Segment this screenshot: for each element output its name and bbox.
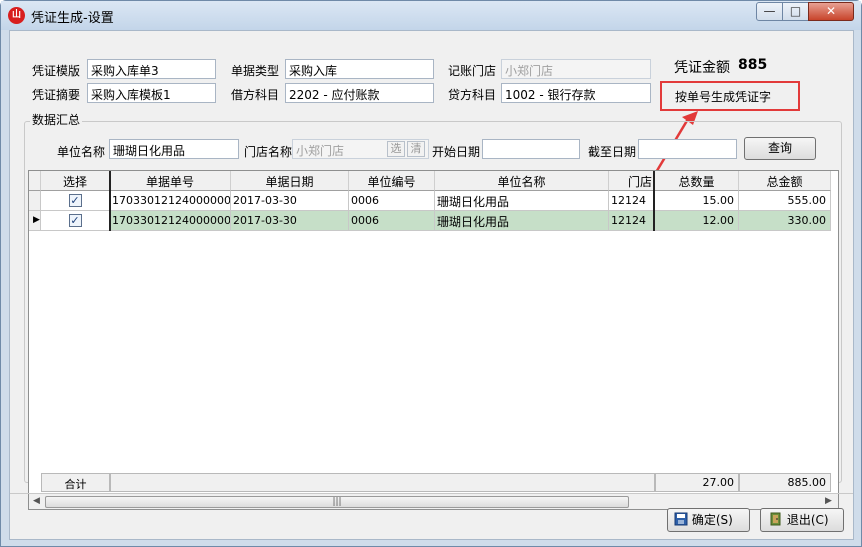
col-header-unit-name[interactable]: 单位名称 xyxy=(435,171,609,191)
row-header-corner xyxy=(29,171,41,191)
amount-label: 凭证金额 xyxy=(674,60,730,76)
col-header-select[interactable]: 选择 xyxy=(41,171,110,191)
maximize-button[interactable]: □ xyxy=(782,2,809,21)
template-label: 凭证模版 xyxy=(32,64,81,78)
cell-total-amount: 555.00 xyxy=(739,191,831,211)
client-area: 凭证模版 采购入库单3 单据类型 采购入库 记账门店 小郑门店 凭证摘要 采购入… xyxy=(9,30,854,540)
bottom-divider xyxy=(10,493,853,494)
cell-unit-code: 0006 xyxy=(349,211,435,231)
cell-unit-code: 0006 xyxy=(349,191,435,211)
scroll-thumb[interactable]: ||| xyxy=(45,496,629,508)
col-header-total-amount[interactable]: 总金额 xyxy=(739,171,831,191)
scroll-right-arrow-icon[interactable]: ▶ xyxy=(825,496,832,506)
credit-account-field[interactable]: 1002 - 银行存款 xyxy=(501,83,651,103)
cell-total-qty: 15.00 xyxy=(655,191,739,211)
col-header-store[interactable]: 门店 xyxy=(609,171,655,191)
store-name-label: 门店名称 xyxy=(244,145,293,159)
unit-name-label: 单位名称 xyxy=(57,145,106,159)
cell-doc-no: 170330121240000008 xyxy=(110,191,231,211)
voucher-mode-option[interactable]: 按单号生成凭证字 xyxy=(660,81,800,111)
col-header-doc-no[interactable]: 单据单号 xyxy=(110,171,231,191)
cell-store: 12124 xyxy=(609,191,655,211)
end-date-field[interactable] xyxy=(638,139,737,159)
exit-button[interactable]: 退出(C) xyxy=(760,508,844,532)
summary-field[interactable]: 采购入库模板1 xyxy=(87,83,216,103)
total-label: 合计 xyxy=(41,473,110,492)
doc-type-label: 单据类型 xyxy=(231,64,280,78)
confirm-button[interactable]: 确定(S) xyxy=(667,508,750,532)
unit-name-field[interactable]: 珊瑚日化用品 xyxy=(109,139,239,159)
credit-account-label: 贷方科目 xyxy=(448,88,497,102)
title-bar[interactable]: 山 凭证生成-设置 — □ ✕ xyxy=(1,1,861,30)
row-select-cell[interactable]: ✓ xyxy=(41,211,110,231)
col-header-doc-date[interactable]: 单据日期 xyxy=(231,171,349,191)
row-select-cell[interactable]: ✓ xyxy=(41,191,110,211)
query-button[interactable]: 查询 xyxy=(744,137,816,160)
current-row-pointer-icon: ▶ xyxy=(33,215,40,225)
save-disk-icon xyxy=(674,512,688,526)
row-selector[interactable] xyxy=(29,191,41,211)
col-header-unit-code[interactable]: 单位编号 xyxy=(349,171,435,191)
exit-label: 退出(C) xyxy=(786,513,829,527)
voucher-grid: 选择 单据单号 单据日期 单位编号 单位名称 门店 总数量 总金额 ✓ 1703… xyxy=(28,170,839,510)
clear-store-button[interactable]: 清 xyxy=(407,141,425,157)
close-button[interactable]: ✕ xyxy=(808,2,854,21)
frozen-column-divider xyxy=(653,171,655,231)
total-amount: 885.00 xyxy=(739,473,831,492)
window-title: 凭证生成-设置 xyxy=(31,11,114,26)
cell-unit-name: 珊瑚日化用品 xyxy=(435,211,609,231)
debit-account-field[interactable]: 2202 - 应付账款 xyxy=(285,83,434,103)
cell-doc-date: 2017-03-30 xyxy=(231,211,349,231)
store-field[interactable]: 小郑门店 xyxy=(501,59,651,79)
data-summary-title: 数据汇总 xyxy=(30,111,83,128)
frozen-column-divider xyxy=(109,171,111,231)
total-spacer xyxy=(110,473,655,492)
cell-total-amount: 330.00 xyxy=(739,211,831,231)
row-checkbox[interactable]: ✓ xyxy=(68,214,82,227)
template-field[interactable]: 采购入库单3 xyxy=(87,59,216,79)
cell-doc-no: 170330121240000009 xyxy=(110,211,231,231)
amount-value: 885 xyxy=(738,57,768,73)
select-store-button[interactable]: 选 xyxy=(387,141,405,157)
start-date-field[interactable] xyxy=(482,139,580,159)
debit-account-label: 借方科目 xyxy=(231,88,280,102)
row-checkbox[interactable]: ✓ xyxy=(68,194,82,207)
main-window: 山 凭证生成-设置 — □ ✕ 凭证模版 采购入库单3 单据类型 采购入库 记账… xyxy=(0,0,862,547)
confirm-label: 确定(S) xyxy=(691,513,733,527)
cell-unit-name: 珊瑚日化用品 xyxy=(435,191,609,211)
total-qty: 27.00 xyxy=(655,473,739,492)
col-header-total-qty[interactable]: 总数量 xyxy=(655,171,739,191)
store-label: 记账门店 xyxy=(448,64,497,78)
minimize-button[interactable]: — xyxy=(756,2,783,21)
doc-type-field[interactable]: 采购入库 xyxy=(285,59,434,79)
app-logo-icon: 山 xyxy=(8,7,25,24)
cell-store: 12124 xyxy=(609,211,655,231)
end-date-label: 截至日期 xyxy=(588,145,637,159)
cell-total-qty: 12.00 xyxy=(655,211,739,231)
start-date-label: 开始日期 xyxy=(432,145,481,159)
scroll-left-arrow-icon[interactable]: ◀ xyxy=(33,496,40,506)
cell-doc-date: 2017-03-30 xyxy=(231,191,349,211)
exit-door-icon xyxy=(770,512,781,526)
summary-label: 凭证摘要 xyxy=(32,88,81,102)
